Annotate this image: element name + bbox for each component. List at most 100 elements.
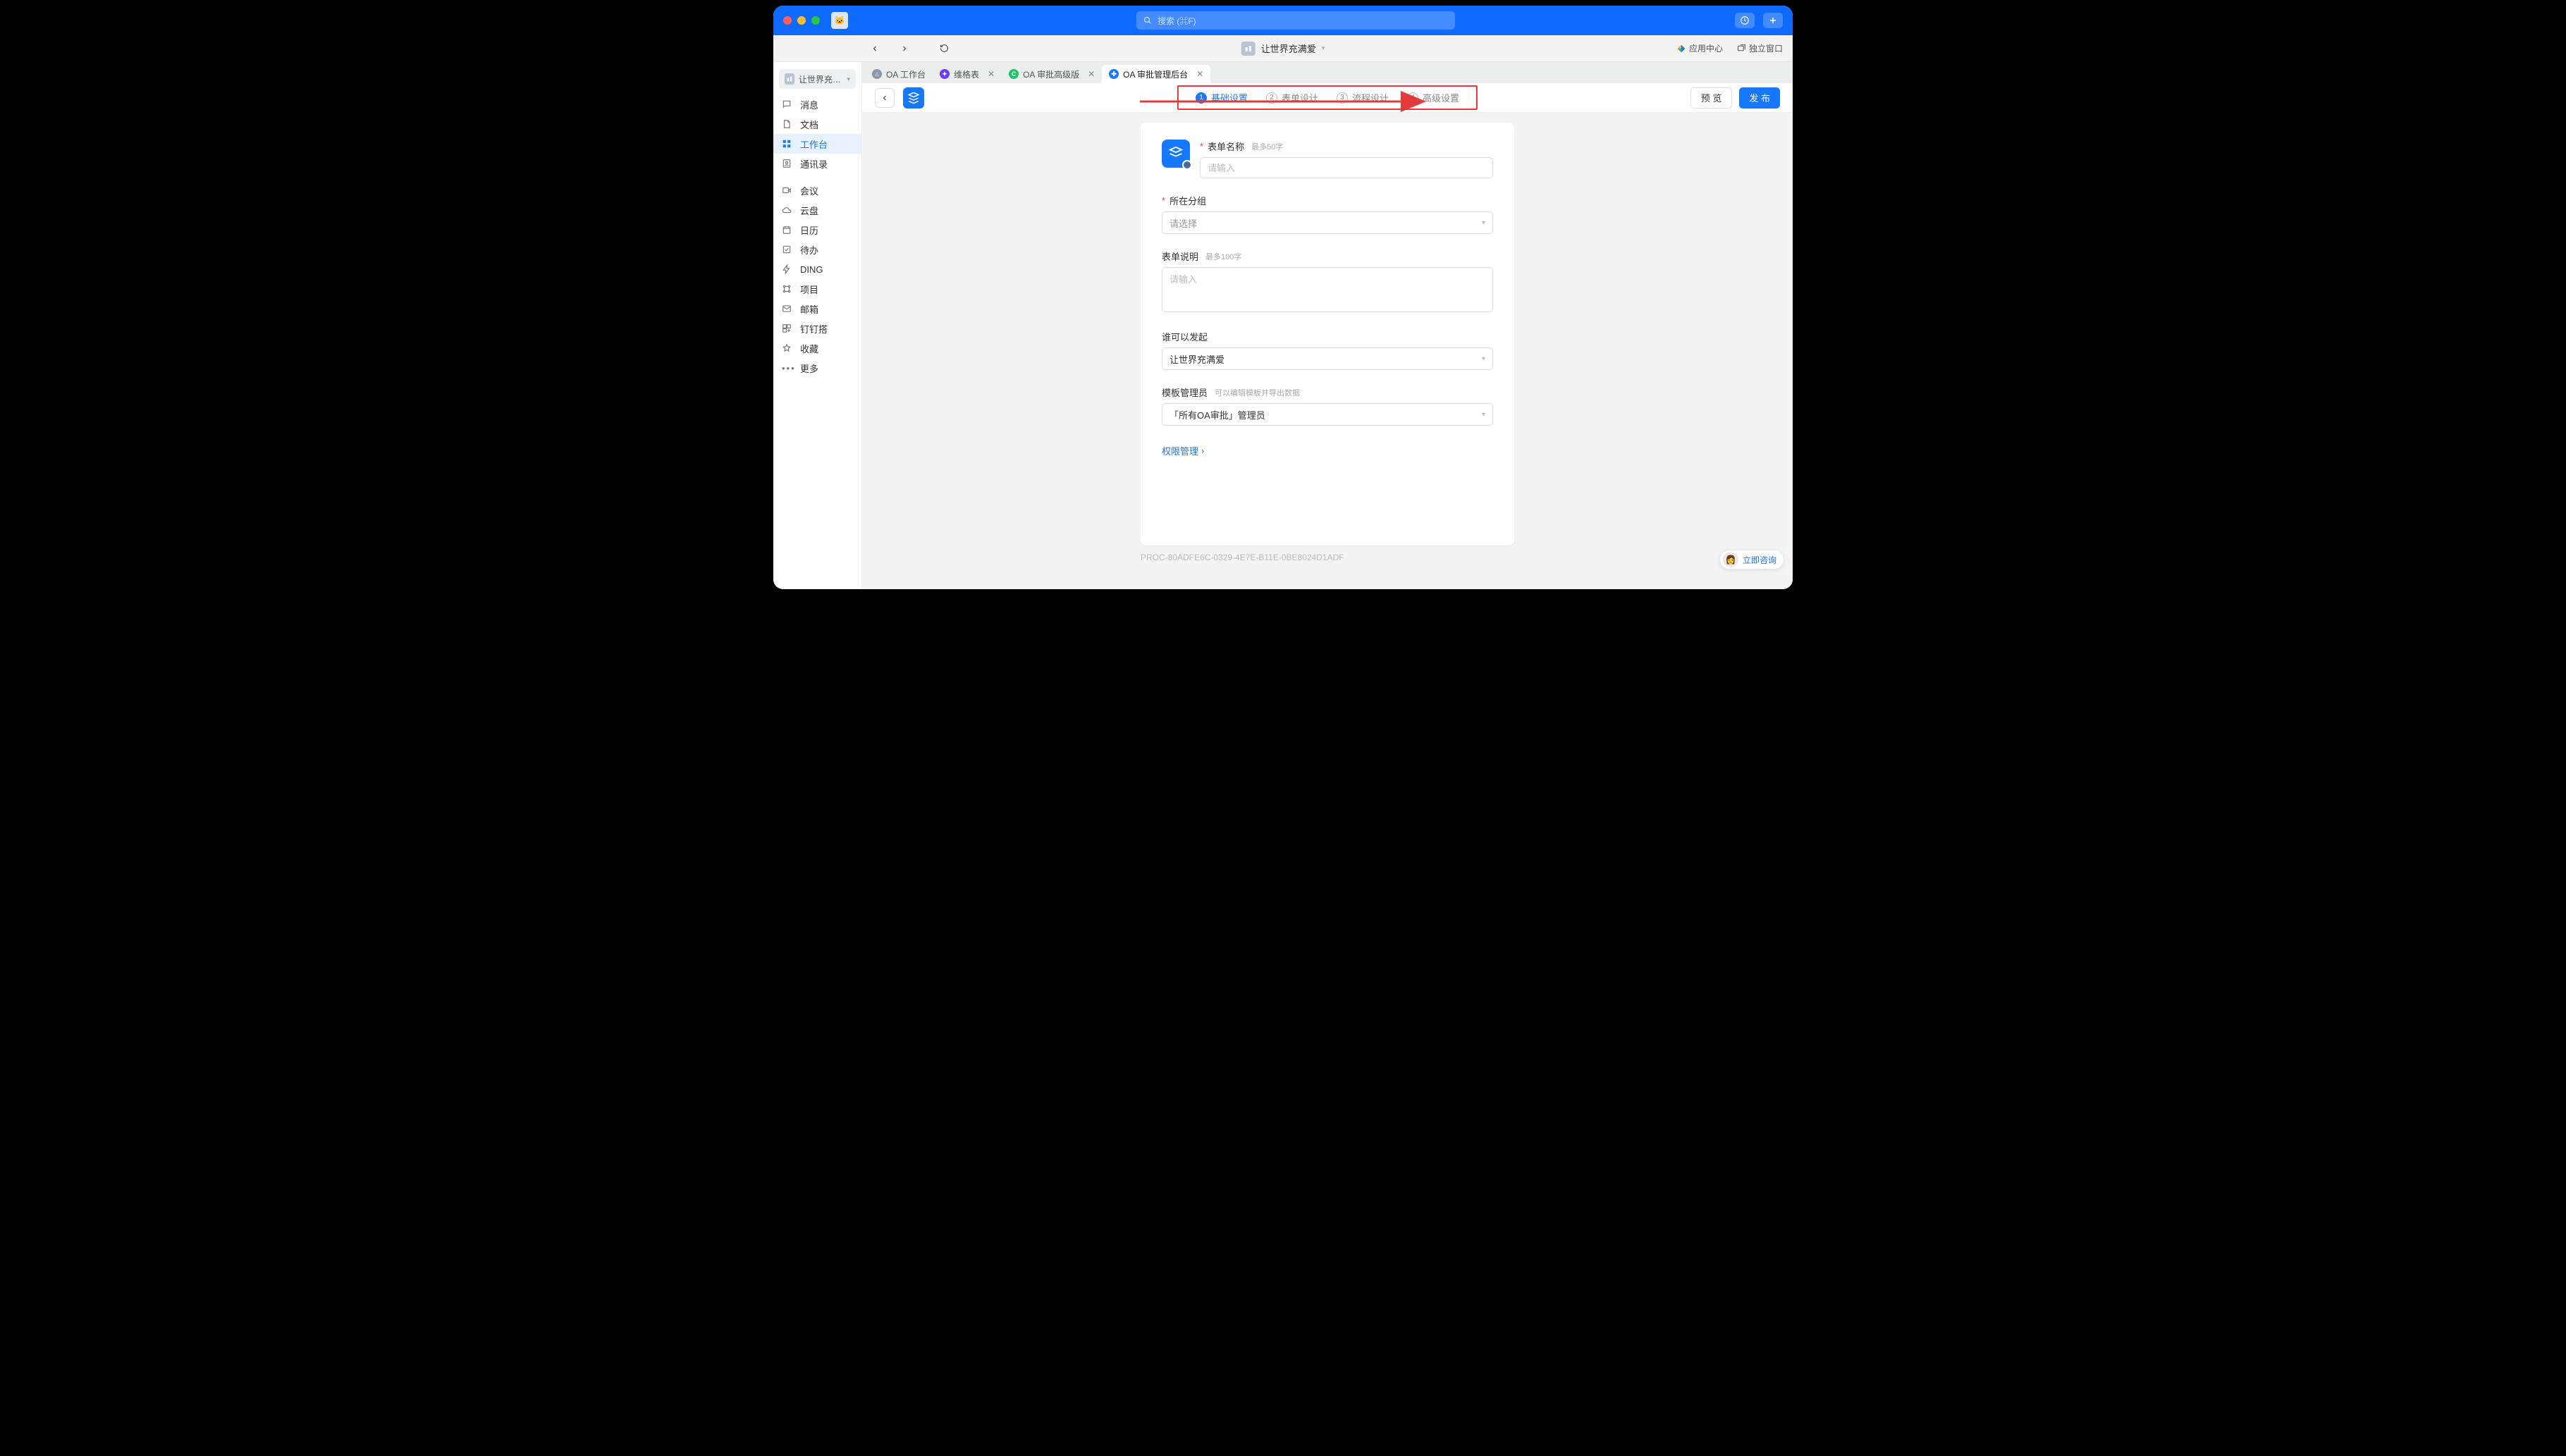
nav-back-button[interactable] [866, 40, 883, 57]
form-group-label: 所在分组 [1170, 194, 1206, 207]
app-logo-icon [903, 87, 924, 109]
tab-close-icon[interactable]: ✕ [1196, 69, 1203, 79]
tab-close-icon[interactable]: ✕ [988, 69, 995, 79]
wizard-step[interactable]: 4高级设置 [1407, 91, 1459, 104]
star-icon [782, 343, 793, 353]
detach-window-link[interactable]: 独立窗口 [1737, 42, 1783, 54]
sidebar-item-ding[interactable]: DING [773, 259, 861, 279]
nav-forward-button[interactable] [896, 40, 913, 57]
chevron-down-icon: ▾ [1482, 219, 1485, 227]
sidebar-item-label: 工作台 [800, 137, 828, 151]
org-switcher[interactable]: 让世界充满爱 ▾ [779, 69, 856, 89]
sidebar-item-meeting[interactable]: 会议 [773, 180, 861, 200]
form-desc-label: 表单说明 [1162, 249, 1198, 263]
app-center-icon [1676, 44, 1686, 54]
sidebar-item-label: 文档 [800, 118, 818, 131]
sidebar-item-dingda[interactable]: 钉钉搭 [773, 319, 861, 338]
sidebar-item-label: 更多 [800, 362, 818, 375]
form-who-select[interactable]: 让世界充满爱 ▾ [1162, 347, 1493, 370]
sidebar-item-label: DING [800, 264, 823, 275]
todo-icon [782, 245, 793, 254]
sidebar-item-doc[interactable]: 文档 [773, 114, 861, 134]
sidebar-item-star[interactable]: 收藏 [773, 338, 861, 358]
title-dropdown-icon[interactable]: ▾ [1322, 44, 1325, 52]
tab[interactable]: ✦维格表✕ [933, 65, 1002, 83]
permission-link[interactable]: 权限管理 › [1162, 444, 1204, 457]
step-label: 基础设置 [1211, 91, 1248, 104]
global-search-input[interactable]: 搜索 (⌘F) [1136, 11, 1455, 30]
form-name-hint: 最多50字 [1251, 141, 1283, 152]
mail-icon [782, 304, 793, 314]
form-app-icon[interactable] [1162, 140, 1190, 168]
window-controls [783, 16, 820, 25]
tab-label: OA 审批管理后台 [1123, 68, 1188, 80]
minimize-window-button[interactable] [797, 16, 806, 25]
chevron-down-icon: ▾ [1482, 411, 1485, 419]
sidebar-item-grid[interactable]: 工作台 [773, 134, 861, 154]
meeting-icon [782, 185, 793, 195]
sidebar-item-cloud[interactable]: 云盘 [773, 200, 861, 220]
sidebar-item-label: 会议 [800, 184, 818, 197]
grid-icon [782, 139, 793, 149]
tab[interactable]: ✚ OA 审批管理后台 ✕ [1102, 65, 1210, 83]
tab-app-icon: C [1009, 69, 1019, 79]
step-number: 4 [1407, 92, 1418, 104]
page-back-button[interactable] [875, 88, 895, 108]
form-desc-hint: 最多100字 [1205, 251, 1241, 262]
tab-label: OA 审批高级版 [1023, 68, 1079, 80]
chat-icon [782, 99, 793, 109]
settings-card: * 表单名称 最多50字 * 所在分组 请 [1141, 123, 1514, 545]
tab[interactable]: C OA 审批高级版 ✕ [1002, 65, 1102, 83]
step-number: 3 [1337, 92, 1348, 104]
sidebar-item-todo[interactable]: 待办 [773, 240, 861, 259]
process-id: PROC-80ADFE6C-0329-4E7E-B11E-0BE8024D1AD… [1141, 553, 1514, 568]
wizard-steps: 1基础设置 2表单设计 3 流程设计 4高级设置 [1177, 85, 1478, 110]
history-button[interactable] [1735, 13, 1755, 28]
edit-app-icon[interactable] [1182, 160, 1192, 170]
close-window-button[interactable] [783, 16, 792, 25]
sidebar-item-mail[interactable]: 邮箱 [773, 299, 861, 319]
user-avatar[interactable]: 🐱 [831, 12, 848, 29]
sidebar-item-contacts[interactable]: 通讯录 [773, 154, 861, 173]
publish-button[interactable]: 发 布 [1739, 87, 1780, 109]
more-icon: ••• [782, 363, 793, 374]
window-titlebar: 🐱 搜索 (⌘F) [773, 6, 1793, 35]
tab-app-icon: ✚ [1109, 69, 1119, 79]
support-avatar-icon: 👩 [1723, 552, 1738, 567]
sidebar-item-label: 日历 [800, 223, 818, 237]
search-placeholder: 搜索 (⌘F) [1158, 15, 1196, 27]
sidebar-item-label: 云盘 [800, 204, 818, 217]
wizard-step[interactable]: 1基础设置 [1196, 91, 1248, 104]
sub-header: 让世界充满爱 ▾ 应用中心 独立窗口 [773, 35, 1793, 62]
new-tab-button[interactable] [1763, 13, 1783, 28]
form-group-select[interactable]: 请选择 ▾ [1162, 211, 1493, 234]
sidebar-item-calendar[interactable]: 日历 [773, 220, 861, 240]
wizard-step[interactable]: 2表单设计 [1266, 91, 1318, 104]
app-center-link[interactable]: 应用中心 [1676, 42, 1723, 54]
preview-button[interactable]: 预 览 [1690, 87, 1733, 109]
tab-app-icon: ✦ [940, 69, 950, 79]
dingda-icon [782, 323, 793, 333]
search-icon [1143, 16, 1152, 25]
left-sidebar: 让世界充满爱 ▾ 消息文档工作台通讯录会议云盘日历待办 DING 项目邮箱钉钉搭收藏… [773, 62, 862, 589]
form-admin-hint: 可以编辑模板并导出数据 [1215, 387, 1300, 398]
nav-refresh-button[interactable] [935, 40, 952, 57]
form-name-input[interactable] [1200, 157, 1493, 178]
required-marker: * [1162, 195, 1165, 206]
tab[interactable]: ⌂OA 工作台 [865, 65, 933, 83]
sidebar-item-project[interactable]: 项目 [773, 279, 861, 299]
zoom-window-button[interactable] [811, 16, 820, 25]
form-desc-textarea[interactable] [1162, 267, 1493, 312]
tab-label: OA 工作台 [886, 68, 926, 80]
wizard-step[interactable]: 3 流程设计 [1337, 91, 1389, 104]
step-label: 流程设计 [1352, 91, 1389, 104]
consult-button[interactable]: 👩 立即咨询 [1719, 550, 1784, 569]
calendar-icon [782, 225, 793, 235]
sidebar-item-more[interactable]: ••• 更多 [773, 358, 861, 378]
form-admin-select[interactable]: 「所有OA审批」管理员 ▾ [1162, 403, 1493, 426]
sidebar-item-label: 邮箱 [800, 302, 818, 316]
sidebar-item-chat[interactable]: 消息 [773, 94, 861, 114]
step-number: 2 [1266, 92, 1277, 104]
detach-window-icon [1737, 44, 1746, 53]
tab-close-icon[interactable]: ✕ [1088, 69, 1095, 79]
